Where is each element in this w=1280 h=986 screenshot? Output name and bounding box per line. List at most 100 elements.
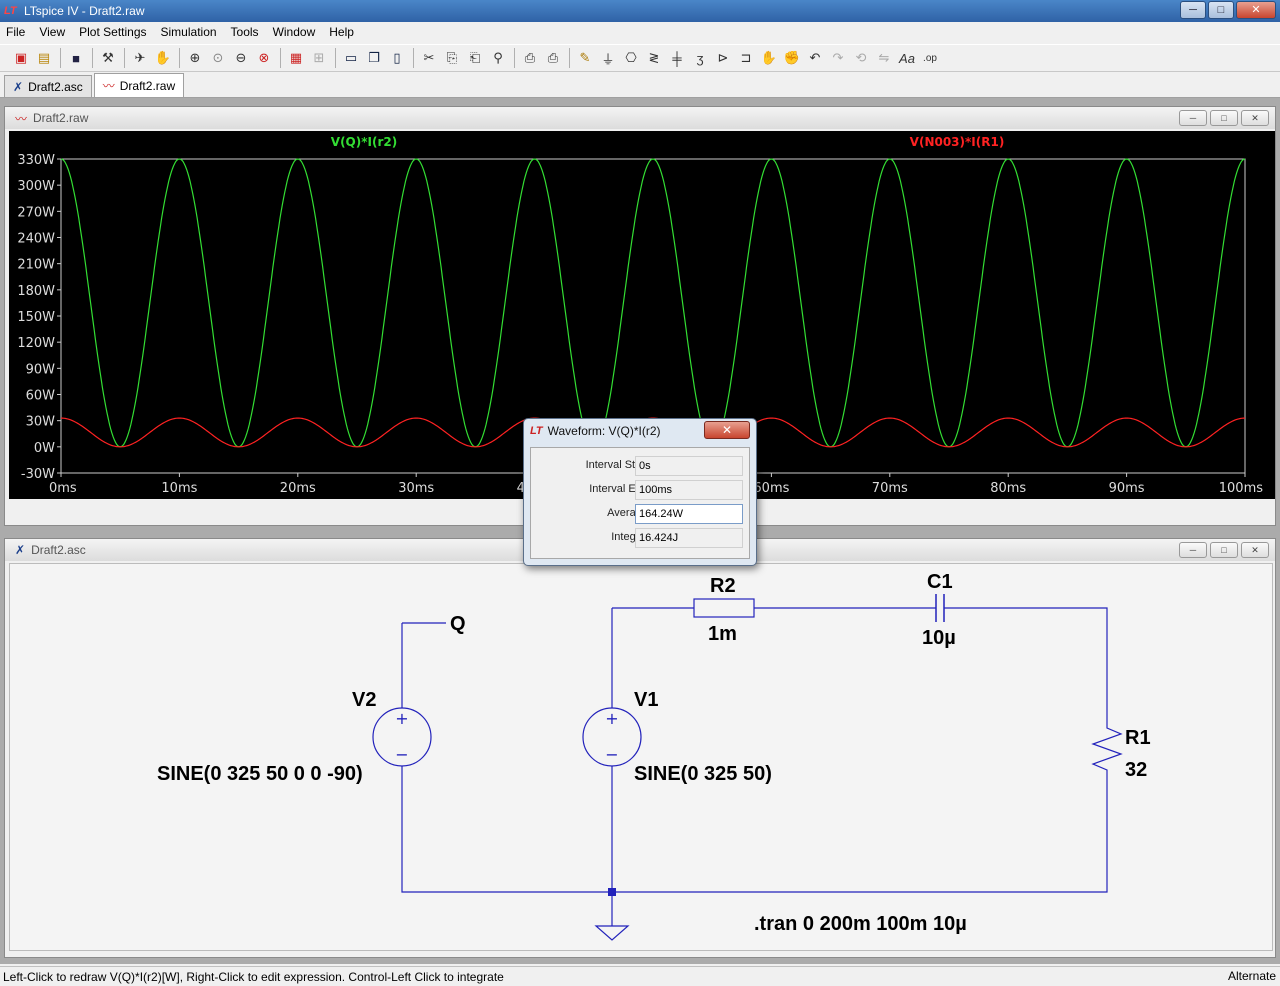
find-icon[interactable]: ⚲ bbox=[487, 47, 509, 69]
inductor-icon[interactable]: ʒ bbox=[689, 47, 711, 69]
plot-window-controls: ─ □ ✕ bbox=[1179, 110, 1269, 126]
tile-vertical-icon[interactable]: ▯ bbox=[386, 47, 408, 69]
pan-icon[interactable]: ✋ bbox=[152, 47, 174, 69]
minus-sign: − bbox=[395, 745, 408, 764]
save-icon[interactable]: ■ bbox=[65, 47, 87, 69]
copy-icon[interactable]: ⎘ bbox=[441, 47, 463, 69]
schematic-icon: ✗ bbox=[15, 543, 26, 557]
menu-plot-settings[interactable]: Plot Settings bbox=[79, 25, 146, 39]
menu-window[interactable]: Window bbox=[273, 25, 316, 39]
spice-directive-icon[interactable]: .op bbox=[919, 47, 941, 69]
resistor-icon[interactable]: ≷ bbox=[643, 47, 665, 69]
y-tick-label: 300W bbox=[17, 179, 55, 194]
series-label-1: V(N003)*I(R1) bbox=[910, 135, 1005, 149]
print-icon[interactable]: ⎙ bbox=[542, 47, 564, 69]
capacitor-icon[interactable]: ╪ bbox=[666, 47, 688, 69]
mirror-icon[interactable]: ⇋ bbox=[873, 47, 895, 69]
toolbar-separator bbox=[92, 48, 93, 68]
interval-start-value: 0s bbox=[635, 456, 743, 476]
voltage-source-v2[interactable]: + − bbox=[372, 707, 432, 767]
capacitor-c1[interactable] bbox=[935, 594, 945, 622]
diode-icon[interactable]: ⊳ bbox=[712, 47, 734, 69]
series-line-0 bbox=[60, 158, 1246, 448]
y-tick-label: -30W bbox=[21, 467, 55, 482]
interval-end-value: 100ms bbox=[635, 480, 743, 500]
zoom-in-icon[interactable]: ⊕ bbox=[184, 47, 206, 69]
toolbar-separator bbox=[124, 48, 125, 68]
cut-icon[interactable]: ✂ bbox=[418, 47, 440, 69]
window-title: LTspice IV - Draft2.raw bbox=[24, 4, 145, 18]
menu-view[interactable]: View bbox=[39, 25, 65, 39]
label-icon[interactable]: ⎔ bbox=[620, 47, 642, 69]
rotate-icon[interactable]: ⟲ bbox=[850, 47, 872, 69]
interval-end-row: Interval End: 100ms bbox=[531, 480, 751, 500]
schematic-minimize-button[interactable]: ─ bbox=[1179, 542, 1207, 558]
cascade-icon[interactable]: ❐ bbox=[363, 47, 385, 69]
open-icon[interactable]: ▤ bbox=[33, 47, 55, 69]
series-label-0: V(Q)*I(r2) bbox=[331, 135, 397, 149]
y-tick-label: 240W bbox=[17, 232, 55, 247]
resistor-r2[interactable] bbox=[693, 598, 755, 618]
minus-sign: − bbox=[605, 745, 618, 764]
schematic-drawing[interactable]: + − + − Q V2 SINE(0 325 50 0 0 -90) V1 S… bbox=[10, 564, 1272, 950]
zoom-fit-icon[interactable]: ⊙ bbox=[207, 47, 229, 69]
y-tick-label: 210W bbox=[17, 258, 55, 273]
wire-icon[interactable]: ✎ bbox=[574, 47, 596, 69]
text-icon[interactable]: Aa bbox=[896, 47, 918, 69]
x-tick-label: 80ms bbox=[990, 481, 1026, 496]
y-tick-label: 0W bbox=[34, 441, 55, 456]
waveform-icon: 〰 bbox=[102, 79, 115, 93]
title-bar: LT LTspice IV - Draft2.raw ─ □ ✕ bbox=[0, 0, 1280, 22]
plot-maximize-button[interactable]: □ bbox=[1210, 110, 1238, 126]
move-icon[interactable]: ✋ bbox=[758, 47, 780, 69]
plot-minimize-button[interactable]: ─ bbox=[1179, 110, 1207, 126]
menu-file[interactable]: File bbox=[6, 25, 25, 39]
resistor-r1[interactable] bbox=[1091, 720, 1123, 772]
spice-directive[interactable]: .tran 0 200m 100m 10µ bbox=[754, 913, 967, 935]
control-panel-icon[interactable]: ⚒ bbox=[97, 47, 119, 69]
drag-icon[interactable]: ✊ bbox=[781, 47, 803, 69]
close-button[interactable]: ✕ bbox=[1236, 1, 1276, 19]
redo-icon[interactable]: ↷ bbox=[827, 47, 849, 69]
minimize-button[interactable]: ─ bbox=[1180, 1, 1206, 19]
x-tick-label: 60ms bbox=[753, 481, 789, 496]
menu-tools[interactable]: Tools bbox=[231, 25, 259, 39]
tile-horizontal-icon[interactable]: ▭ bbox=[340, 47, 362, 69]
component-icon[interactable]: ⊐ bbox=[735, 47, 757, 69]
tab-draft2-raw[interactable]: 〰 Draft2.raw bbox=[93, 73, 185, 97]
undo-icon[interactable]: ↶ bbox=[804, 47, 826, 69]
toolbar-separator bbox=[335, 48, 336, 68]
menu-simulation[interactable]: Simulation bbox=[161, 25, 217, 39]
paste-icon[interactable]: ⎗ bbox=[464, 47, 486, 69]
run-icon[interactable]: ✈ bbox=[129, 47, 151, 69]
schematic-maximize-button[interactable]: □ bbox=[1210, 542, 1238, 558]
x-tick-label: 100ms bbox=[1219, 481, 1263, 496]
status-mode: Alternate bbox=[1227, 969, 1276, 983]
document-tabs: ✗ Draft2.asc 〰 Draft2.raw bbox=[0, 73, 1280, 98]
integral-value: 16.424J bbox=[635, 528, 743, 548]
ground-icon[interactable]: ⏚ bbox=[597, 47, 619, 69]
interval-start-row: Interval Start: 0s bbox=[531, 456, 751, 476]
dialog-close-button[interactable]: ✕ bbox=[704, 421, 750, 439]
schematic-window-title: Draft2.asc bbox=[31, 543, 86, 557]
average-value[interactable]: 164.24W bbox=[635, 504, 743, 524]
toolbar-separator bbox=[569, 48, 570, 68]
zoom-cancel-icon[interactable]: ⊗ bbox=[253, 47, 275, 69]
r2-value: 1m bbox=[708, 623, 737, 645]
x-tick-label: 90ms bbox=[1109, 481, 1145, 496]
autorange-icon[interactable]: ▦ bbox=[285, 47, 307, 69]
menu-help[interactable]: Help bbox=[329, 25, 354, 39]
tab-draft2-asc[interactable]: ✗ Draft2.asc bbox=[4, 75, 92, 97]
toolbar-separator bbox=[413, 48, 414, 68]
new-schematic-icon[interactable]: ▣ bbox=[10, 47, 32, 69]
voltage-source-v1[interactable]: + − bbox=[582, 707, 642, 767]
toolbar-separator bbox=[60, 48, 61, 68]
maximize-button[interactable]: □ bbox=[1208, 1, 1234, 19]
schematic-canvas[interactable]: + − + − Q V2 SINE(0 325 50 0 0 -90) V1 S… bbox=[9, 563, 1273, 951]
schematic-close-button[interactable]: ✕ bbox=[1241, 542, 1269, 558]
plot-close-button[interactable]: ✕ bbox=[1241, 110, 1269, 126]
print-setup-icon[interactable]: ⎙ bbox=[519, 47, 541, 69]
plot-window-title: Draft2.raw bbox=[33, 111, 89, 125]
grid-icon[interactable]: ⊞ bbox=[308, 47, 330, 69]
zoom-out-icon[interactable]: ⊖ bbox=[230, 47, 252, 69]
